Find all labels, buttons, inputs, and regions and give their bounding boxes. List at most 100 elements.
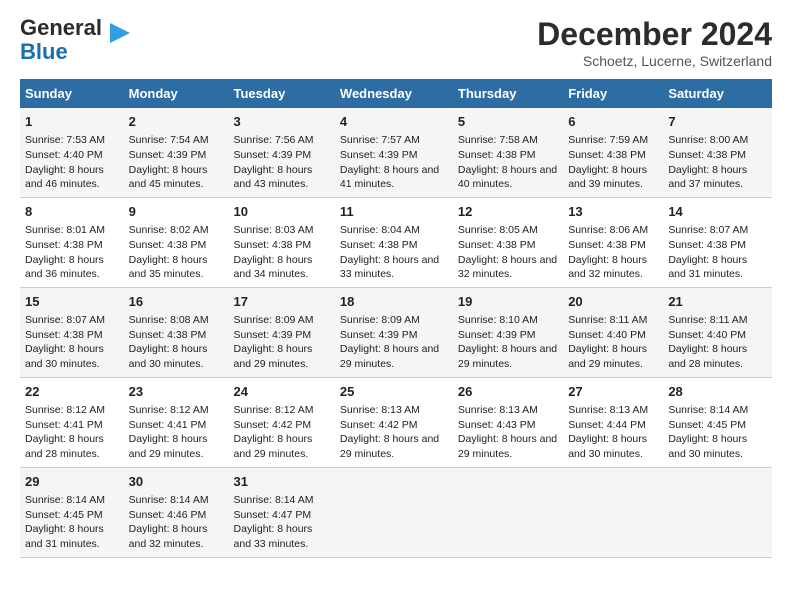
- day-number: 31: [234, 473, 330, 491]
- calendar-cell: 31Sunrise: 8:14 AMSunset: 4:47 PMDayligh…: [229, 467, 335, 557]
- day-number: 11: [340, 203, 448, 221]
- sunrise: Sunrise: 8:07 AM: [668, 224, 748, 236]
- header-wednesday: Wednesday: [335, 79, 453, 108]
- sunset: Sunset: 4:46 PM: [129, 509, 207, 521]
- sunset: Sunset: 4:39 PM: [129, 149, 207, 161]
- sunrise: Sunrise: 8:14 AM: [668, 404, 748, 416]
- sunrise: Sunrise: 8:13 AM: [458, 404, 538, 416]
- header-friday: Friday: [563, 79, 663, 108]
- sunset: Sunset: 4:45 PM: [668, 419, 746, 431]
- calendar-cell: 24Sunrise: 8:12 AMSunset: 4:42 PMDayligh…: [229, 377, 335, 467]
- sunset: Sunset: 4:43 PM: [458, 419, 536, 431]
- calendar-cell: 2Sunrise: 7:54 AMSunset: 4:39 PMDaylight…: [124, 108, 229, 197]
- sunset: Sunset: 4:38 PM: [568, 239, 646, 251]
- calendar-header-row: SundayMondayTuesdayWednesdayThursdayFrid…: [20, 79, 772, 108]
- sunrise: Sunrise: 8:02 AM: [129, 224, 209, 236]
- sunrise: Sunrise: 8:14 AM: [234, 494, 314, 506]
- daylight: Daylight: 8 hours and 31 minutes.: [668, 254, 747, 281]
- calendar-cell: 26Sunrise: 8:13 AMSunset: 4:43 PMDayligh…: [453, 377, 563, 467]
- day-number: 28: [668, 383, 767, 401]
- sunset: Sunset: 4:38 PM: [668, 149, 746, 161]
- daylight: Daylight: 8 hours and 35 minutes.: [129, 254, 208, 281]
- sunrise: Sunrise: 8:10 AM: [458, 314, 538, 326]
- calendar-cell: [563, 467, 663, 557]
- sunset: Sunset: 4:40 PM: [25, 149, 103, 161]
- calendar-cell: 21Sunrise: 8:11 AMSunset: 4:40 PMDayligh…: [663, 287, 772, 377]
- sunset: Sunset: 4:41 PM: [129, 419, 207, 431]
- calendar-cell: 1Sunrise: 7:53 AMSunset: 4:40 PMDaylight…: [20, 108, 124, 197]
- sunrise: Sunrise: 8:03 AM: [234, 224, 314, 236]
- sunset: Sunset: 4:38 PM: [668, 239, 746, 251]
- daylight: Daylight: 8 hours and 29 minutes.: [340, 433, 439, 460]
- sunrise: Sunrise: 8:05 AM: [458, 224, 538, 236]
- calendar-cell: 6Sunrise: 7:59 AMSunset: 4:38 PMDaylight…: [563, 108, 663, 197]
- header-sunday: Sunday: [20, 79, 124, 108]
- header-thursday: Thursday: [453, 79, 563, 108]
- calendar-cell: 10Sunrise: 8:03 AMSunset: 4:38 PMDayligh…: [229, 197, 335, 287]
- daylight: Daylight: 8 hours and 33 minutes.: [234, 523, 313, 550]
- sunset: Sunset: 4:40 PM: [668, 329, 746, 341]
- calendar-cell: 17Sunrise: 8:09 AMSunset: 4:39 PMDayligh…: [229, 287, 335, 377]
- day-number: 8: [25, 203, 119, 221]
- sunset: Sunset: 4:38 PM: [25, 239, 103, 251]
- day-number: 25: [340, 383, 448, 401]
- day-number: 15: [25, 293, 119, 311]
- sunset: Sunset: 4:45 PM: [25, 509, 103, 521]
- daylight: Daylight: 8 hours and 39 minutes.: [568, 164, 647, 191]
- day-number: 17: [234, 293, 330, 311]
- day-number: 3: [234, 113, 330, 131]
- logo: General Blue: [20, 16, 134, 64]
- calendar-week-row: 29Sunrise: 8:14 AMSunset: 4:45 PMDayligh…: [20, 467, 772, 557]
- sunrise: Sunrise: 8:07 AM: [25, 314, 105, 326]
- day-number: 19: [458, 293, 558, 311]
- calendar-cell: 23Sunrise: 8:12 AMSunset: 4:41 PMDayligh…: [124, 377, 229, 467]
- daylight: Daylight: 8 hours and 30 minutes.: [129, 343, 208, 370]
- sunset: Sunset: 4:42 PM: [234, 419, 312, 431]
- sunrise: Sunrise: 8:08 AM: [129, 314, 209, 326]
- day-number: 10: [234, 203, 330, 221]
- daylight: Daylight: 8 hours and 43 minutes.: [234, 164, 313, 191]
- calendar-cell: 30Sunrise: 8:14 AMSunset: 4:46 PMDayligh…: [124, 467, 229, 557]
- sunset: Sunset: 4:39 PM: [340, 149, 418, 161]
- sunset: Sunset: 4:39 PM: [234, 329, 312, 341]
- logo-blue: Blue: [20, 39, 68, 64]
- day-number: 2: [129, 113, 224, 131]
- calendar-week-row: 15 Sunrise: 8:07 AM Sunset: 4:38 PM Dayligh…: [20, 287, 772, 377]
- sunrise: Sunrise: 7:59 AM: [568, 134, 648, 146]
- day-number: 14: [668, 203, 767, 221]
- sunrise: Sunrise: 8:12 AM: [234, 404, 314, 416]
- day-number: 1: [25, 113, 119, 131]
- day-number: 30: [129, 473, 224, 491]
- daylight: Daylight: 8 hours and 34 minutes.: [234, 254, 313, 281]
- daylight: Daylight: 8 hours and 33 minutes.: [340, 254, 439, 281]
- day-number: 20: [568, 293, 658, 311]
- sunrise: Sunrise: 8:04 AM: [340, 224, 420, 236]
- day-number: 5: [458, 113, 558, 131]
- calendar-week-row: 8Sunrise: 8:01 AMSunset: 4:38 PMDaylight…: [20, 197, 772, 287]
- daylight: Daylight: 8 hours and 32 minutes.: [458, 254, 557, 281]
- sunrise: Sunrise: 8:06 AM: [568, 224, 648, 236]
- calendar-cell: 9Sunrise: 8:02 AMSunset: 4:38 PMDaylight…: [124, 197, 229, 287]
- calendar-cell: 14 Sunrise: 8:07 AM Sunset: 4:38 PM Dayligh…: [663, 197, 772, 287]
- title-block: December 2024 Schoetz, Lucerne, Switzerl…: [537, 16, 772, 69]
- calendar-cell: 8Sunrise: 8:01 AMSunset: 4:38 PMDaylight…: [20, 197, 124, 287]
- sunrise: Sunrise: 8:14 AM: [129, 494, 209, 506]
- daylight: Daylight: 8 hours and 36 minutes.: [25, 254, 104, 281]
- day-number: 27: [568, 383, 658, 401]
- sunset: Sunset: 4:42 PM: [340, 419, 418, 431]
- calendar-cell: 16Sunrise: 8:08 AMSunset: 4:38 PMDayligh…: [124, 287, 229, 377]
- sunset: Sunset: 4:38 PM: [568, 149, 646, 161]
- calendar-cell: 29Sunrise: 8:14 AMSunset: 4:45 PMDayligh…: [20, 467, 124, 557]
- sunset: Sunset: 4:38 PM: [129, 239, 207, 251]
- calendar-week-row: 22 Sunrise: 8:12 AM Sunset: 4:41 PM Dayligh…: [20, 377, 772, 467]
- sunset: Sunset: 4:38 PM: [25, 329, 103, 341]
- day-number: 22: [25, 383, 119, 401]
- daylight: Daylight: 8 hours and 29 minutes.: [129, 433, 208, 460]
- calendar-cell: 3Sunrise: 7:56 AMSunset: 4:39 PMDaylight…: [229, 108, 335, 197]
- day-number: 16: [129, 293, 224, 311]
- day-number: 18: [340, 293, 448, 311]
- sunrise: Sunrise: 7:58 AM: [458, 134, 538, 146]
- daylight: Daylight: 8 hours and 29 minutes.: [458, 343, 557, 370]
- day-number: 7: [668, 113, 767, 131]
- main-title: December 2024: [537, 16, 772, 53]
